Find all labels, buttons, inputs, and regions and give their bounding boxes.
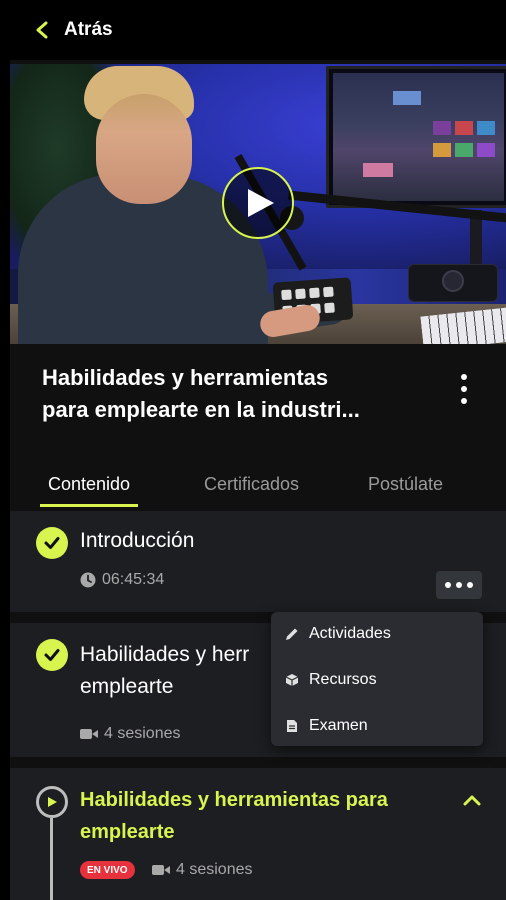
tab-certificados[interactable]: Certificados bbox=[204, 474, 299, 495]
back-button[interactable]: Atrás bbox=[34, 19, 113, 41]
module-more-button[interactable] bbox=[436, 571, 482, 599]
tab-contenido[interactable]: Contenido bbox=[40, 474, 139, 507]
video-camera-icon bbox=[80, 729, 98, 739]
module-title-line1: Habilidades y herramientas para bbox=[80, 789, 388, 811]
module-sessions: 4 sesiones bbox=[80, 725, 181, 743]
chevron-up-icon[interactable] bbox=[460, 790, 484, 810]
completed-check-icon bbox=[36, 527, 68, 559]
pencil-icon bbox=[286, 628, 298, 640]
video-player[interactable] bbox=[10, 64, 506, 344]
module-options-menu: Actividades Recursos Examen bbox=[271, 612, 483, 746]
more-horizontal-icon bbox=[445, 582, 451, 588]
menu-item-recursos[interactable]: Recursos bbox=[271, 660, 483, 700]
back-label: Atrás bbox=[64, 19, 113, 40]
video-camera-icon bbox=[152, 865, 170, 875]
module-card-introduccion[interactable]: Introducción 06:45:34 bbox=[10, 511, 506, 612]
document-icon bbox=[287, 720, 297, 732]
cube-icon bbox=[285, 674, 299, 686]
module-title-line2: emplearte bbox=[80, 821, 175, 843]
app-screen: Atrás Habilidades y herramientas para em… bbox=[10, 0, 506, 900]
course-title-line2: para emplearte en la industri... bbox=[42, 397, 360, 422]
course-title: Habilidades y herramientas para empleart… bbox=[42, 362, 442, 426]
course-title-line1: Habilidades y herramientas bbox=[42, 365, 329, 390]
module-sessions: 4 sesiones bbox=[152, 861, 253, 879]
play-button[interactable] bbox=[222, 167, 294, 239]
live-badge: EN VIVO bbox=[80, 861, 135, 879]
progress-line bbox=[50, 818, 53, 900]
play-circle-icon bbox=[36, 786, 68, 818]
module-title-line2: emplearte bbox=[80, 675, 174, 698]
top-bar: Atrás bbox=[10, 0, 506, 60]
active-tab-indicator bbox=[40, 504, 139, 507]
chevron-left-icon bbox=[36, 21, 48, 39]
clock-icon bbox=[80, 572, 96, 588]
play-icon bbox=[248, 189, 274, 217]
module-title-line1: Habilidades y herr bbox=[80, 643, 250, 666]
menu-item-examen[interactable]: Examen bbox=[271, 706, 483, 746]
tab-postulate[interactable]: Postúlate bbox=[368, 474, 443, 495]
module-title: Introducción bbox=[80, 529, 195, 552]
tab-bar: Contenido Certificados Postúlate bbox=[10, 460, 506, 507]
more-vertical-icon bbox=[461, 374, 467, 380]
course-options-button[interactable] bbox=[450, 370, 478, 408]
module-card-live[interactable]: Habilidades y herramientas para empleart… bbox=[10, 768, 506, 900]
menu-item-actividades[interactable]: Actividades bbox=[271, 614, 483, 654]
completed-check-icon bbox=[36, 639, 68, 671]
module-duration: 06:45:34 bbox=[80, 571, 164, 589]
